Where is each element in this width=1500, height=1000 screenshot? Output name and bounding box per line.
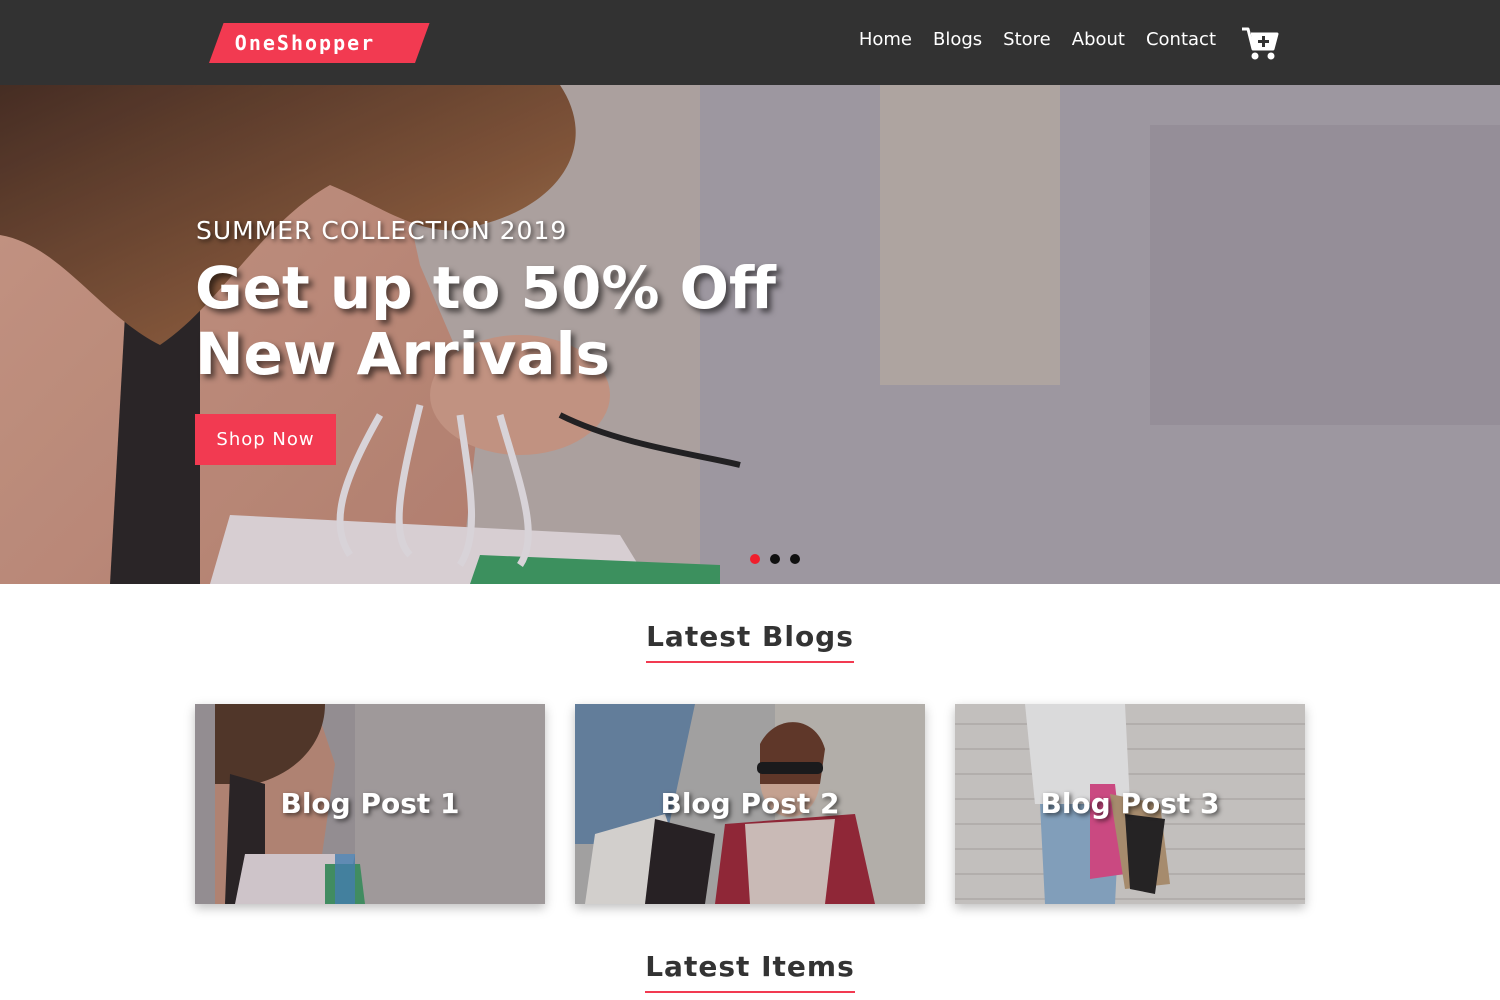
- blog-card-title-2: Blog Post 2: [660, 787, 840, 820]
- blog-card-title-3: Blog Post 3: [1040, 787, 1220, 820]
- hero-banner: SUMMER COLLECTION 2019 Get up to 50% Off…: [0, 85, 1500, 584]
- navbar: OneShopper Home Blogs Store About Contac…: [0, 0, 1500, 85]
- nav-contact-link[interactable]: Contact: [1146, 29, 1216, 50]
- cart-plus-icon[interactable]: [1241, 26, 1279, 62]
- hero-title: Get up to 50% Off New Arrivals: [195, 254, 776, 388]
- blog-card-title-1: Blog Post 1: [280, 787, 460, 820]
- nav-about-link[interactable]: About: [1072, 29, 1125, 50]
- carousel-indicators: [750, 554, 800, 564]
- blog-card-3[interactable]: Blog Post 3: [955, 704, 1305, 904]
- blog-card-2[interactable]: Blog Post 2: [575, 704, 925, 904]
- brand-name[interactable]: OneShopper: [195, 23, 415, 63]
- carousel-dot-3[interactable]: [790, 554, 800, 564]
- carousel-dot-2[interactable]: [770, 554, 780, 564]
- hero-subtitle: SUMMER COLLECTION 2019: [196, 216, 568, 245]
- brand-logo[interactable]: OneShopper: [195, 23, 430, 63]
- carousel-dot-1[interactable]: [750, 554, 760, 564]
- nav-menu: Home Blogs Store About Contact: [859, 29, 1216, 50]
- nav-store-link[interactable]: Store: [1003, 29, 1051, 50]
- blogs-section-heading: Latest Blogs: [0, 620, 1500, 663]
- items-heading: Latest Items: [645, 950, 855, 993]
- blog-card-1[interactable]: Blog Post 1: [195, 704, 545, 904]
- blogs-heading: Latest Blogs: [646, 620, 854, 663]
- nav-home-link[interactable]: Home: [859, 29, 912, 50]
- nav-blogs-link[interactable]: Blogs: [933, 29, 982, 50]
- items-section-heading: Latest Items: [0, 950, 1500, 993]
- shop-now-button[interactable]: Shop Now: [195, 414, 336, 465]
